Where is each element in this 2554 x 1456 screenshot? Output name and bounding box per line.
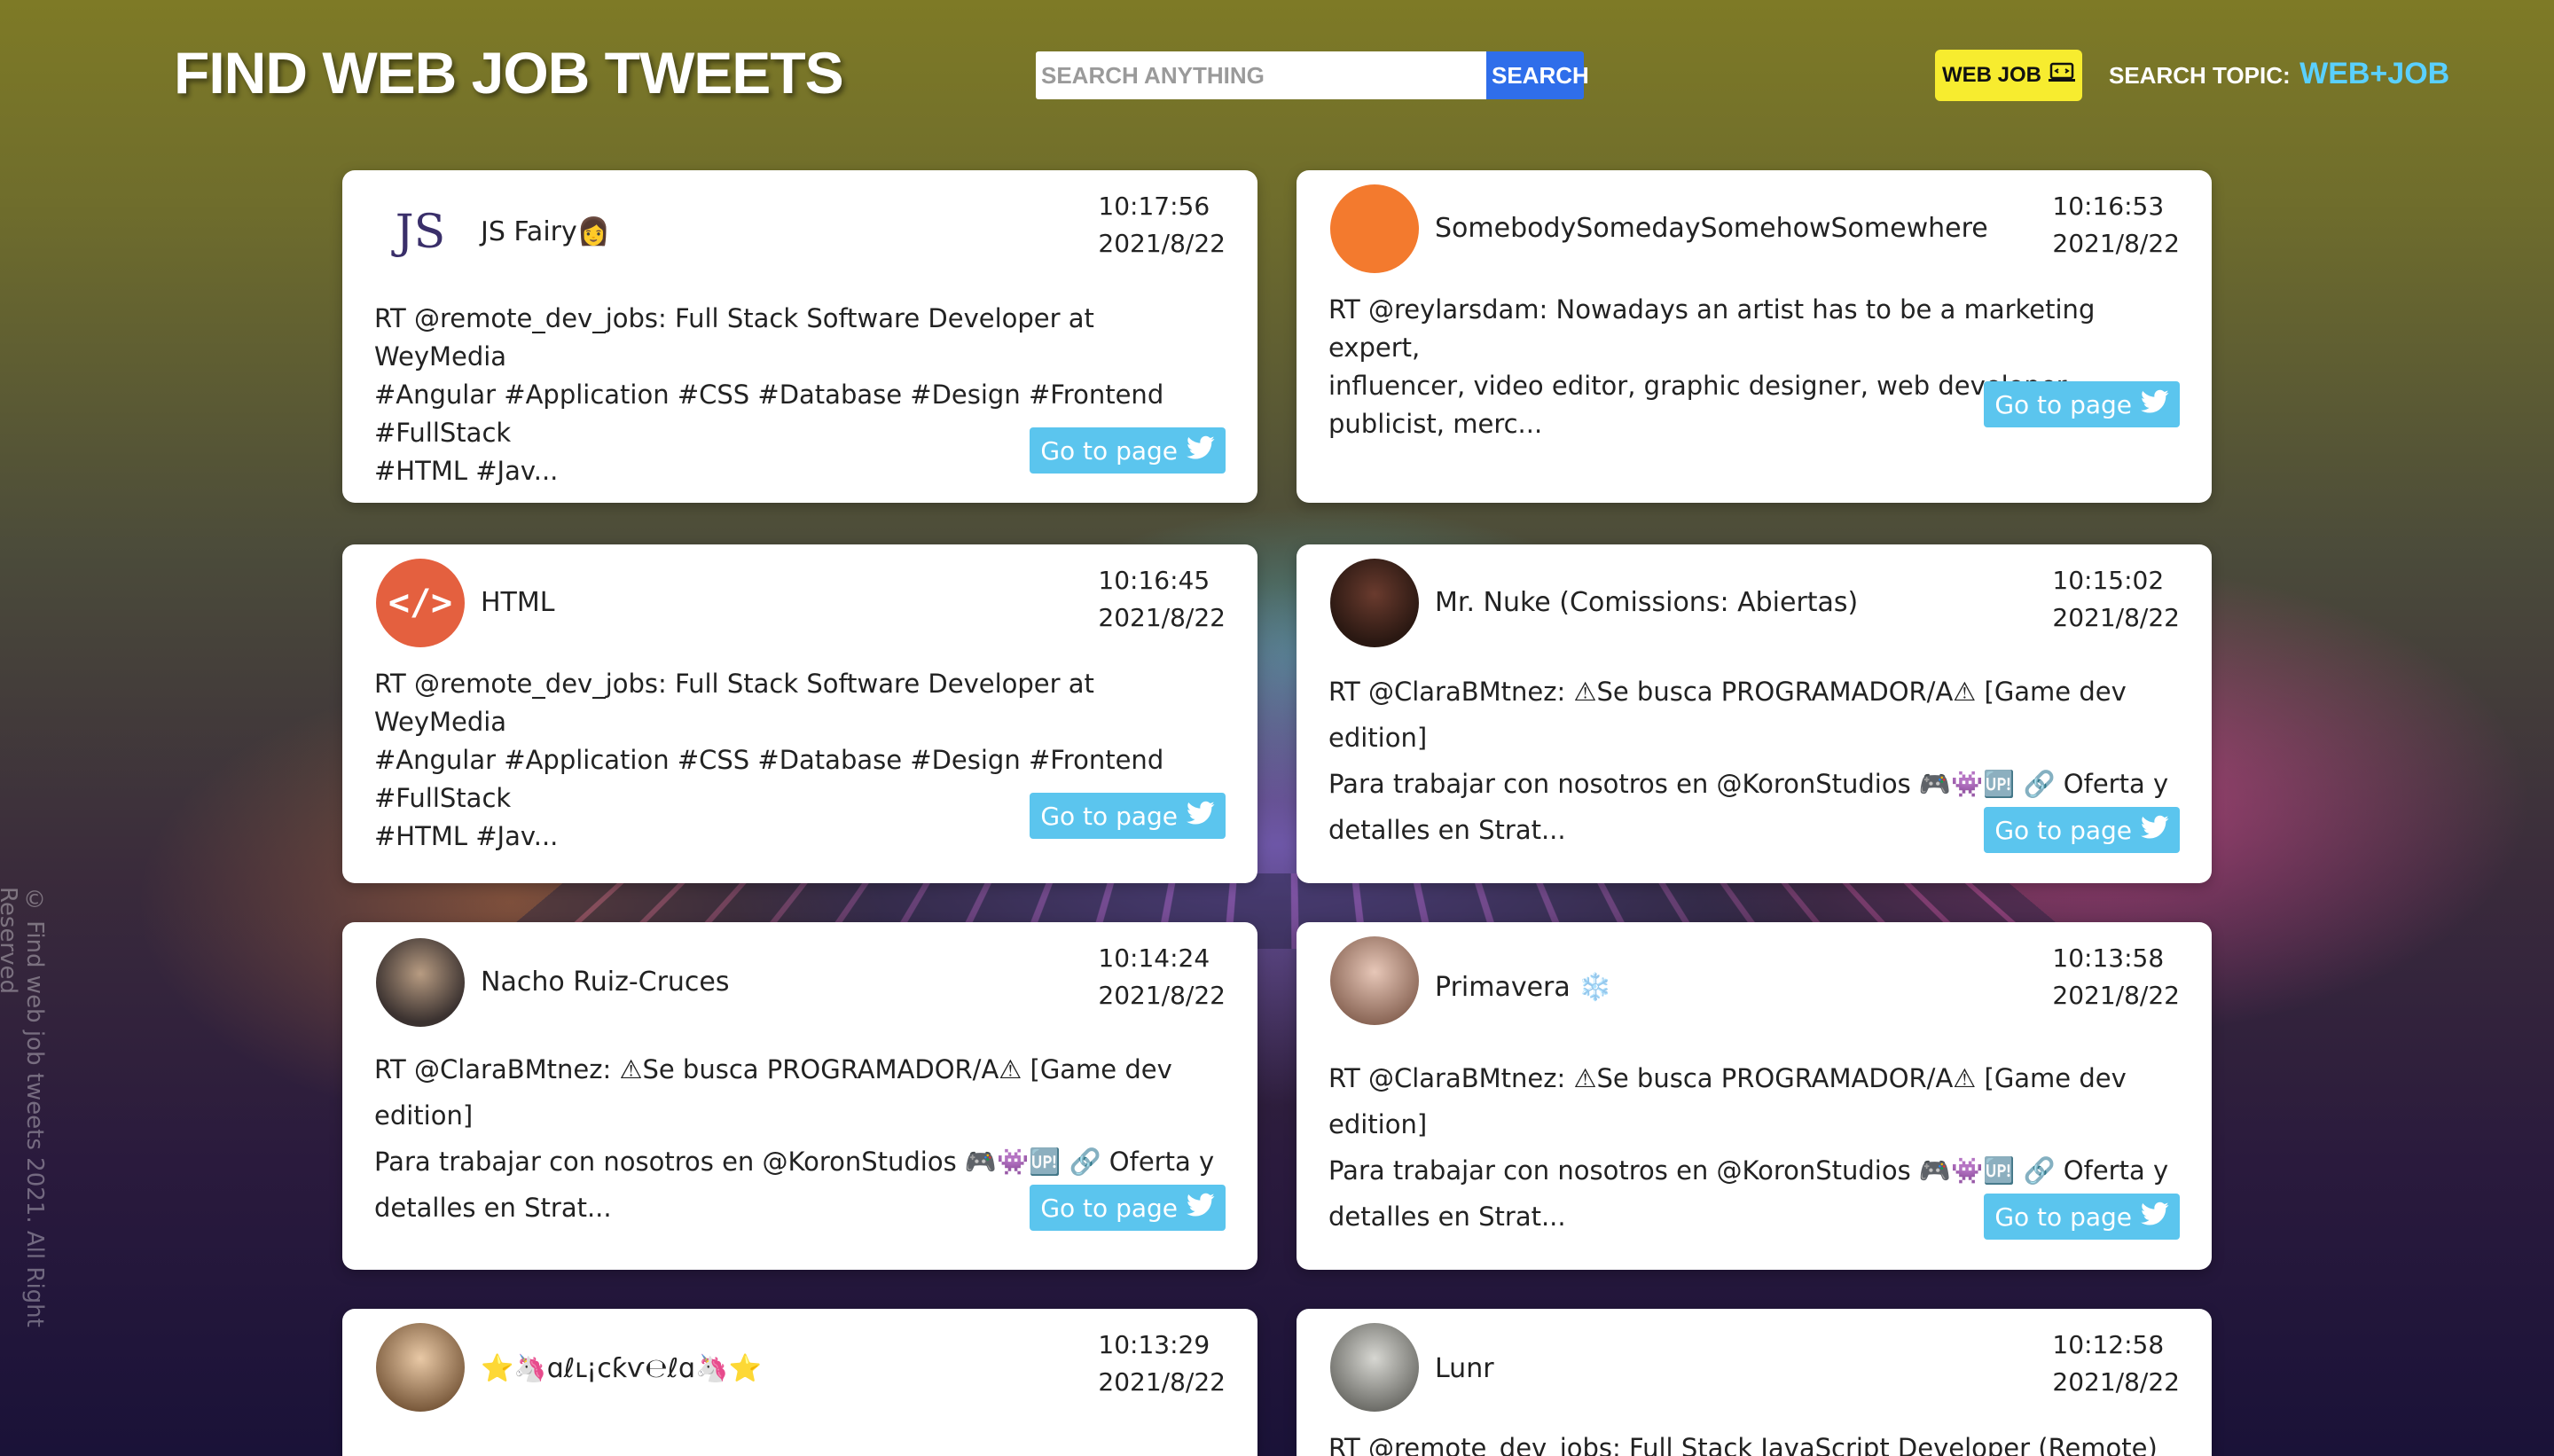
go-to-page-label: Go to page [1040,1193,1178,1223]
search-input[interactable] [1036,51,1486,99]
footer-copyright: © Find web job tweets 2021. All Right Re… [0,887,48,1327]
tweet-date: 2021/8/22 [2052,981,2180,1010]
tweet-time: 10:17:56 [1098,192,1210,221]
tweet-card: Nacho Ruiz-Cruces 10:14:24 2021/8/22 RT … [342,922,1257,1270]
go-to-page-label: Go to page [1040,801,1178,831]
tweet-username: HTML [481,587,555,618]
tweet-timestamp: 10:13:58 2021/8/22 [2052,940,2180,1014]
go-to-page-button[interactable]: Go to page [1984,1194,2180,1240]
avatar [376,1323,465,1412]
tweet-date: 2021/8/22 [1098,981,1226,1010]
go-to-page-label: Go to page [1994,1202,2132,1232]
twitter-bird-icon [1187,801,1215,832]
tweet-time: 10:16:45 [1098,566,1210,595]
twitter-bird-icon [2141,815,2169,846]
twitter-bird-icon [1187,435,1215,466]
tweet-username: ⭐🦄ɑℓւ¡cƙѵ℮ℓɑ🦄⭐ [481,1353,762,1384]
avatar: JS [376,188,465,277]
go-to-page-button[interactable]: Go to page [1030,793,1226,839]
tweet-username: SomebodySomedaySomehowSomewhere [1435,213,1988,244]
tweet-text: RT @remote_dev_jobs: Full Stack JavaScri… [1328,1433,2158,1456]
go-to-page-button[interactable]: Go to page [1984,381,2180,427]
tweet-card: Mr. Nuke (Comissions: Abiertas) 10:15:02… [1297,544,2212,883]
tweet-timestamp: 10:16:53 2021/8/22 [2052,188,2180,262]
web-job-button[interactable]: WEB JOB [1935,50,2082,101]
twitter-bird-icon [1187,1193,1215,1224]
go-to-page-button[interactable]: Go to page [1984,807,2180,853]
tweet-card: SomebodySomedaySomehowSomewhere 10:16:53… [1297,170,2212,503]
tweet-timestamp: 10:17:56 2021/8/22 [1098,188,1226,262]
avatar [1330,559,1419,647]
go-to-page-button[interactable]: Go to page [1030,427,1226,474]
tweet-timestamp: 10:14:24 2021/8/22 [1098,940,1226,1014]
tweet-date: 2021/8/22 [2052,1367,2180,1397]
tweet-date: 2021/8/22 [1098,1367,1226,1397]
avatar-initials: JS [395,206,446,259]
go-to-page-label: Go to page [1994,389,2132,419]
tweet-username: JS Fairy👩 [481,216,611,247]
avatar [1330,936,1419,1025]
tweet-username: Nacho Ruiz-Cruces [481,967,730,998]
tweet-card: ⭐🦄ɑℓւ¡cƙѵ℮ℓɑ🦄⭐ 10:13:29 2021/8/22 [342,1309,1257,1456]
tweet-timestamp: 10:16:45 2021/8/22 [1098,562,1226,637]
avatar [1330,184,1419,273]
top-header: Find web job tweets SEARCH WEB JOB SEARC… [0,0,2554,160]
avatar-initials: </> [388,583,453,623]
twitter-bird-icon [2141,1202,2169,1233]
laptop-code-icon [2049,62,2075,90]
tweet-timestamp: 10:13:29 2021/8/22 [1098,1327,1226,1401]
tweet-time: 10:15:02 [2052,566,2165,595]
go-to-page-label: Go to page [1040,435,1178,466]
tweet-timestamp: 10:12:58 2021/8/22 [2052,1327,2180,1401]
tweet-username: Primavera ❄️ [1435,972,1612,1003]
avatar: </> [376,559,465,647]
tweet-card: JS JS Fairy👩 10:17:56 2021/8/22 RT @remo… [342,170,1257,503]
tweet-time: 10:12:58 [2052,1330,2165,1359]
tweet-time: 10:14:24 [1098,943,1210,973]
tweet-card: </> HTML 10:16:45 2021/8/22 RT @remote_d… [342,544,1257,883]
tweet-username: Lunr [1435,1353,1494,1384]
search-bar: SEARCH [1036,51,1589,99]
search-topic: SEARCH TOPIC: WEB+JOB [2109,57,2449,91]
search-topic-value: WEB+JOB [2299,57,2450,90]
avatar [1330,1323,1419,1412]
tweet-date: 2021/8/22 [2052,229,2180,258]
tweet-date: 2021/8/22 [1098,229,1226,258]
tweet-date: 2021/8/22 [1098,603,1226,632]
tweet-username: Mr. Nuke (Comissions: Abiertas) [1435,587,1859,618]
avatar [376,938,465,1027]
tweet-timestamp: 10:15:02 2021/8/22 [2052,562,2180,637]
tweet-time: 10:16:53 [2052,192,2165,221]
go-to-page-button[interactable]: Go to page [1030,1185,1226,1231]
tweet-date: 2021/8/22 [2052,603,2180,632]
tweet-card: Lunr 10:12:58 2021/8/22 RT @remote_dev_j… [1297,1309,2212,1456]
search-topic-label: SEARCH TOPIC: [2109,62,2291,89]
tweet-card: Primavera ❄️ 10:13:58 2021/8/22 RT @Clar… [1297,922,2212,1270]
tweet-time: 10:13:29 [1098,1330,1210,1359]
search-button[interactable]: SEARCH [1486,51,1589,99]
web-job-label: WEB JOB [1941,63,2041,87]
tweet-time: 10:13:58 [2052,943,2165,973]
go-to-page-label: Go to page [1994,815,2132,845]
twitter-bird-icon [2141,389,2169,420]
site-title: Find web job tweets [174,40,844,106]
